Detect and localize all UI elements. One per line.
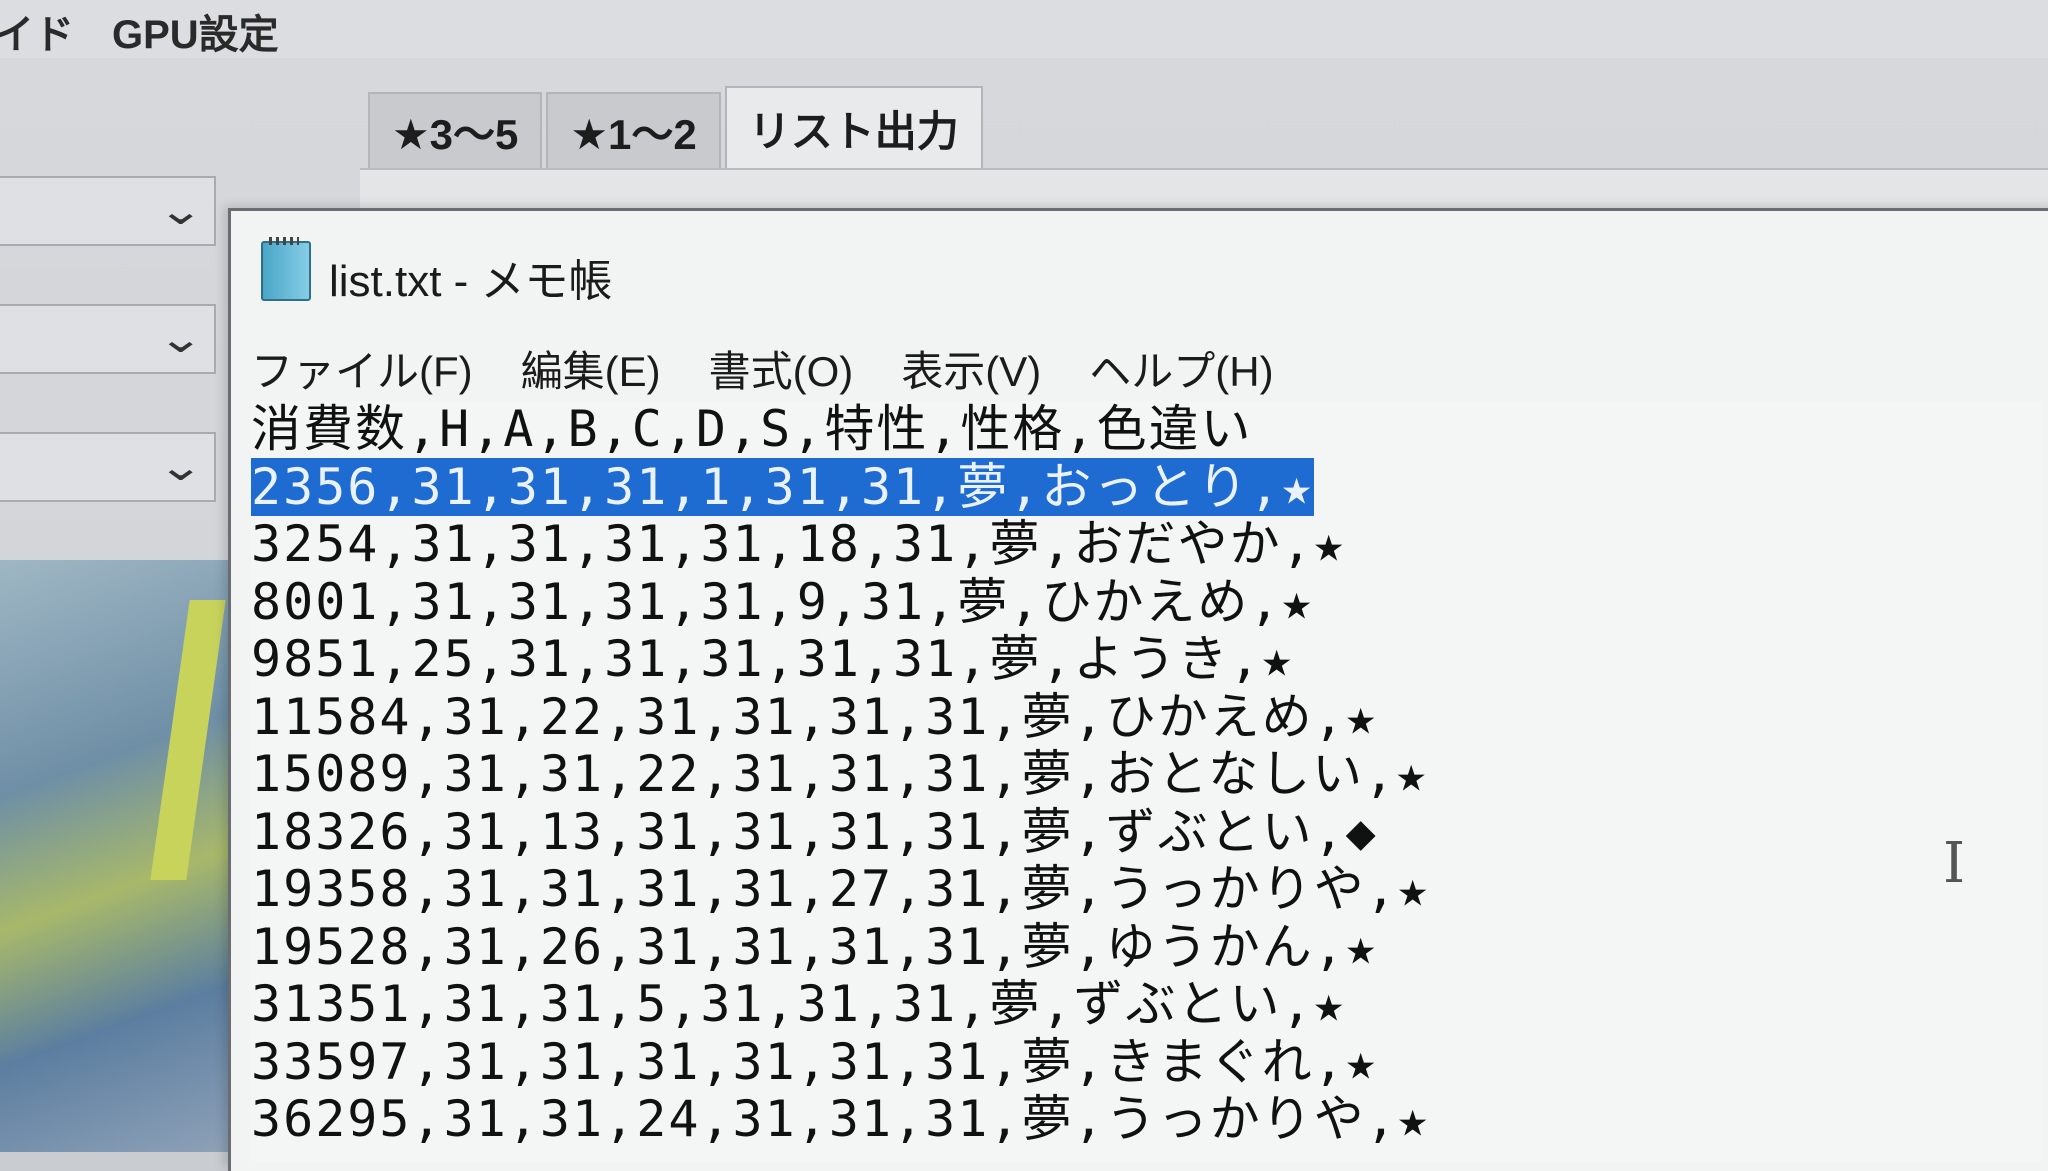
- bg-dropdown-3[interactable]: ⌄: [0, 432, 216, 502]
- notepad-menubar: ファイル(F) 編集(E) 書式(O) 表示(V) ヘルプ(H): [251, 341, 1274, 403]
- notepad-titlebar[interactable]: list.txt - メモ帳: [231, 211, 2048, 329]
- menu-format[interactable]: 書式(O): [709, 341, 854, 403]
- text-line: 19358,31,31,31,31,27,31,夢,うっかりや,★: [251, 860, 2041, 919]
- window-title: list.txt - メモ帳: [329, 257, 613, 306]
- text-editor-area[interactable]: 消費数,H,A,B,C,D,S,特性,性格,色違い 2356,31,31,31,1…: [251, 401, 2041, 1161]
- bg-menu-guide[interactable]: イド: [0, 2, 74, 60]
- tab-star-1-2[interactable]: ★1〜2: [546, 92, 721, 168]
- tab-star-3-5[interactable]: ★3〜5: [368, 92, 543, 168]
- text-line: 8001,31,31,31,31,9,31,夢,ひかえめ,★: [251, 572, 2041, 632]
- line-text: 19358,31,31,31,31,27,31,夢,うっかりや,★: [251, 860, 1430, 918]
- text-line: 18326,31,13,31,31,31,31,夢,ずぶとい,◆: [251, 802, 2041, 862]
- menu-file[interactable]: ファイル(F): [251, 341, 473, 403]
- chevron-down-icon: ⌄: [157, 317, 205, 361]
- line-text: 9851,25,31,31,31,31,31,夢,ようき,★: [251, 630, 1294, 688]
- background-menubar: イド GPU設定: [0, 0, 2048, 58]
- line-text: 19528,31,26,31,31,31,31,夢,ゆうかん,★: [251, 917, 1378, 976]
- line-text: 15089,31,31,22,31,31,31,夢,おとなしい,★: [251, 745, 1429, 803]
- notepad-window: list.txt - メモ帳 ファイル(F) 編集(E) 書式(O) 表示(V)…: [228, 208, 2048, 1171]
- text-line-header: 消費数,H,A,B,C,D,S,特性,性格,色違い: [251, 401, 2041, 459]
- text-line: 31351,31,31,5,31,31,31,夢,ずぶとい,★: [251, 975, 2041, 1034]
- text-line: 19528,31,26,31,31,31,31,夢,ゆうかん,★: [251, 917, 2041, 977]
- text-line: 2356,31,31,31,1,31,31,夢,おっとり,★: [251, 457, 2041, 517]
- bg-dropdown-2[interactable]: ⌄: [0, 304, 216, 374]
- bg-dropdown-1[interactable]: ⌄: [0, 176, 216, 246]
- text-line: 3254,31,31,31,31,18,31,夢,おだやか,★: [251, 515, 2041, 574]
- menu-edit[interactable]: 編集(E): [521, 341, 661, 403]
- line-text: 11584,31,22,31,31,31,31,夢,ひかえめ,★: [251, 687, 1378, 746]
- selected-text: 2356,31,31,31,1,31,31,夢,おっとり,★: [251, 457, 1314, 516]
- chevron-down-icon: ⌄: [157, 445, 205, 489]
- text-line: 36295,31,31,24,31,31,31,夢,うっかりや,★: [251, 1090, 2041, 1149]
- text-cursor-ibeam-icon: I: [1943, 831, 1966, 896]
- line-text: 36295,31,31,24,31,31,31,夢,うっかりや,★: [251, 1090, 1430, 1148]
- text-line: 9851,25,31,31,31,31,31,夢,ようき,★: [251, 630, 2041, 689]
- menu-help[interactable]: ヘルプ(H): [1089, 341, 1273, 403]
- text-line: 33597,31,31,31,31,31,31,夢,きまぐれ,★: [251, 1032, 2041, 1092]
- line-text: 3254,31,31,31,31,18,31,夢,おだやか,★: [251, 515, 1346, 573]
- tab-list-output[interactable]: リスト出力: [724, 86, 983, 168]
- line-text: 33597,31,31,31,31,31,31,夢,きまぐれ,★: [251, 1032, 1378, 1091]
- bg-menu-gpu-settings[interactable]: GPU設定: [112, 2, 279, 60]
- line-text: 消費数,H,A,B,C,D,S,特性,性格,色違い: [251, 401, 1253, 458]
- line-text: 8001,31,31,31,31,9,31,夢,ひかえめ,★: [251, 572, 1314, 631]
- line-text: 18326,31,13,31,31,31,31,夢,ずぶとい,◆: [251, 802, 1378, 861]
- text-line: 15089,31,31,22,31,31,31,夢,おとなしい,★: [251, 745, 2041, 804]
- menu-view[interactable]: 表示(V): [901, 341, 1041, 403]
- text-line: 11584,31,22,31,31,31,31,夢,ひかえめ,★: [251, 687, 2041, 747]
- line-text: 31351,31,31,5,31,31,31,夢,ずぶとい,★: [251, 975, 1346, 1033]
- background-tabs: ★3〜5 ★1〜2 リスト出力: [368, 86, 987, 170]
- chevron-down-icon: ⌄: [157, 189, 205, 233]
- notepad-icon: [261, 237, 311, 301]
